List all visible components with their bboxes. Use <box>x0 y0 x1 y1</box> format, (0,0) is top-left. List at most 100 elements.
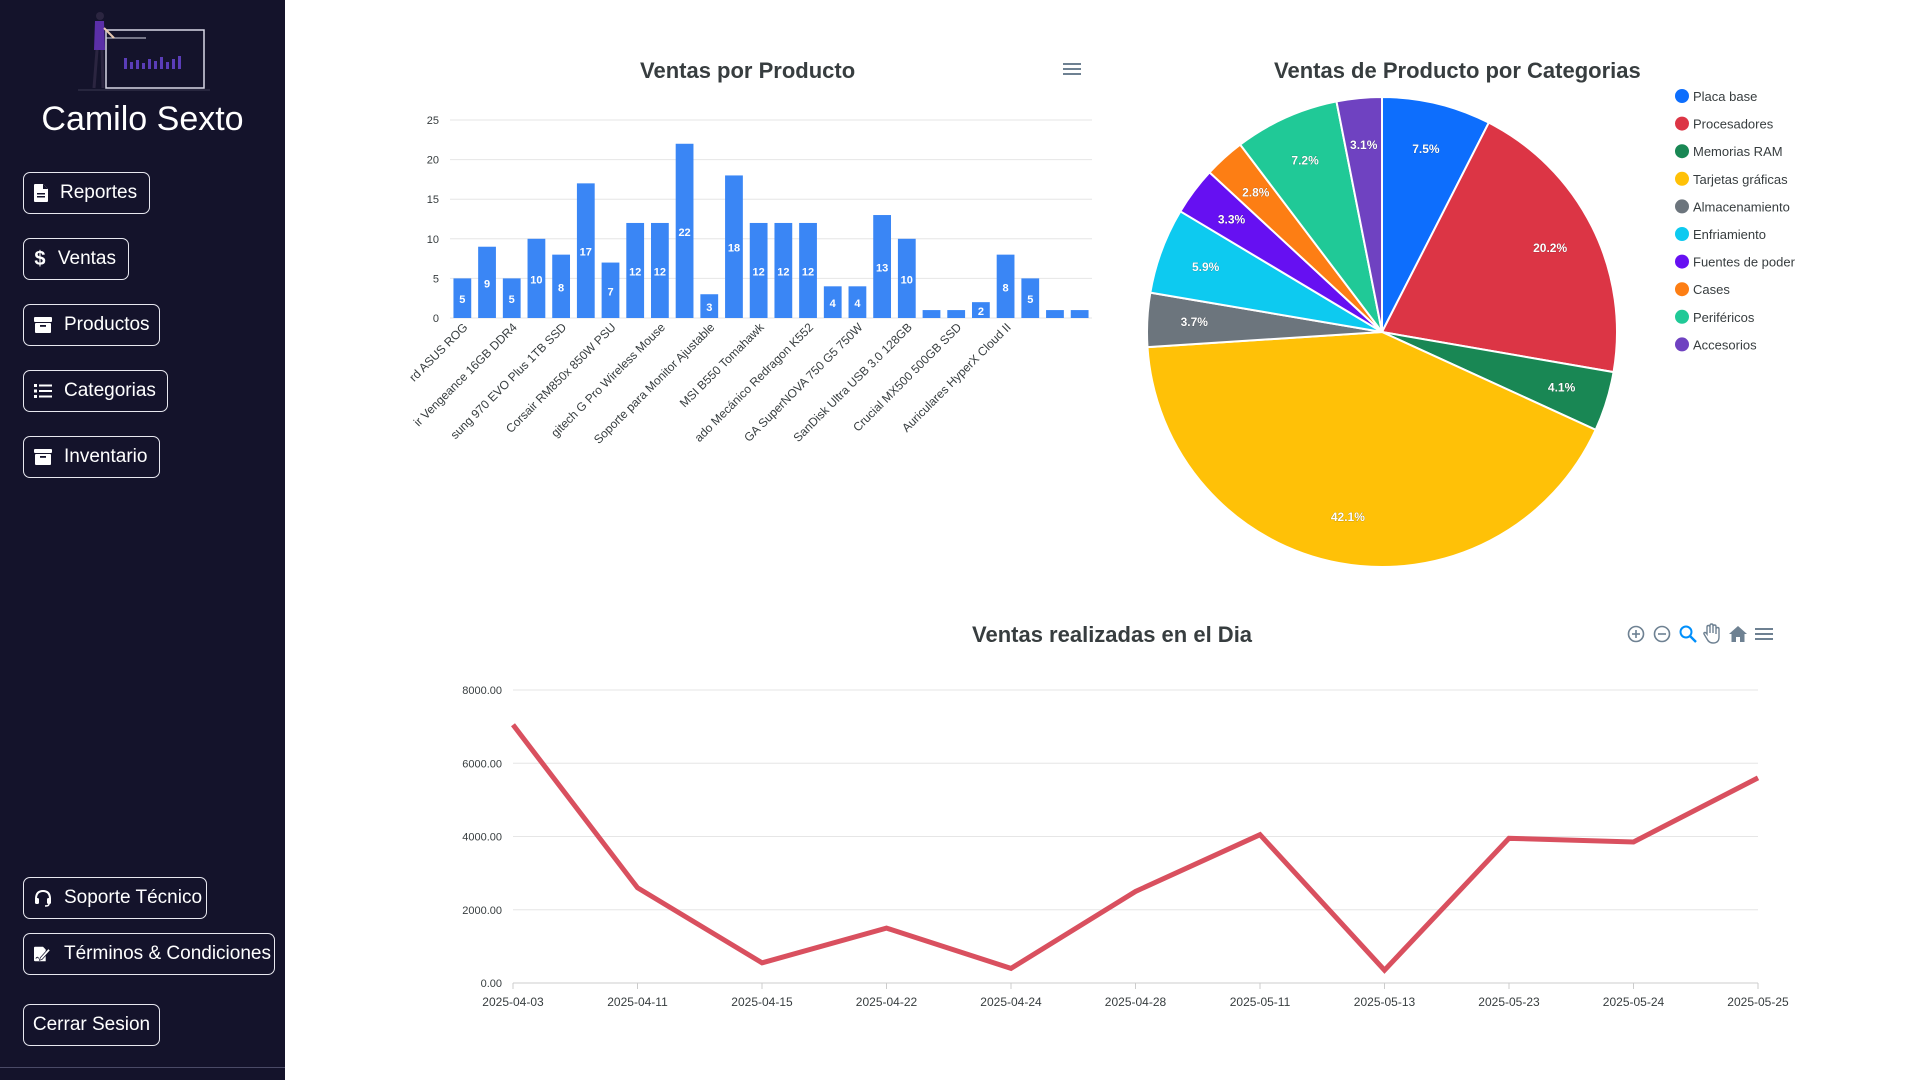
headset-icon <box>34 888 52 908</box>
bar-data-label: 8 <box>558 282 564 294</box>
bar-data-label: 8 <box>1003 282 1009 294</box>
list-icon <box>34 381 52 401</box>
line-y-tick-label: 8000.00 <box>462 685 502 697</box>
legend-label: Tarjetas gráficas <box>1693 172 1788 187</box>
archive-icon <box>34 447 52 467</box>
pie-slice-label: 42.1% <box>1331 510 1365 524</box>
line-x-tick-label: 2025-04-15 <box>731 995 793 1009</box>
legend-marker <box>1675 199 1689 214</box>
legend-marker <box>1675 282 1689 297</box>
pie-slice-label: 3.7% <box>1181 315 1209 329</box>
legend-marker <box>1675 309 1689 324</box>
terminos-condiciones-button[interactable]: Términos & Condiciones <box>23 933 275 975</box>
line-x-tick-label: 2025-05-11 <box>1230 995 1291 1009</box>
legend-marker <box>1675 171 1689 186</box>
box-icon <box>34 315 52 335</box>
bar-data-label: 12 <box>753 266 765 278</box>
bar-data-label: 18 <box>728 243 740 255</box>
bar-data-label: 4 <box>830 298 837 310</box>
legend-label: Cases <box>1693 282 1730 297</box>
line-y-tick-label: 6000.00 <box>462 758 502 770</box>
line-x-tick-label: 2025-04-28 <box>1105 995 1167 1009</box>
legend-marker <box>1675 144 1689 159</box>
bar <box>1046 310 1064 318</box>
line-chart-panel: Ventas realizadas en el Dia 0.00 2000.00 4… <box>430 600 1810 1040</box>
legend-label: Fuentes de poder <box>1693 255 1796 270</box>
line-y-tick-label: 4000.00 <box>462 832 502 844</box>
bar-chart-panel: Ventas por Producto 0 5 10 15 20 25 5 9 5 10 8 17 7 1… <box>400 40 1100 460</box>
pie-slice-label: 20.2% <box>1533 241 1567 255</box>
pie-slice-label: 7.5% <box>1412 142 1440 156</box>
line-y-tick-label: 0.00 <box>481 978 502 990</box>
dollar-icon: $ <box>34 247 46 270</box>
nav-categorias-button[interactable]: Categorias <box>23 370 168 412</box>
legend-marker <box>1675 89 1689 103</box>
legend-label: Placa base <box>1693 89 1757 104</box>
line-x-tick-label: 2025-05-13 <box>1354 995 1416 1009</box>
bar-chart: 051015202559510817712 122231812 12 124 41310… <box>406 115 1092 447</box>
line-x-tick-label: 2025-05-23 <box>1478 995 1540 1009</box>
bar <box>1070 310 1089 318</box>
pie-slice-label: 4.1% <box>1548 381 1576 395</box>
soporte-tecnico-button[interactable]: Soporte Técnico <box>23 877 207 919</box>
soporte-tecnico-label: Soporte Técnico <box>64 887 203 908</box>
legend-label: Almacenamiento <box>1693 199 1790 214</box>
bar-data-label: 13 <box>876 263 888 275</box>
sidebar-divider <box>0 1067 285 1068</box>
bar-data-label: 3 <box>706 302 712 314</box>
legend-label: Procesadores <box>1693 117 1774 132</box>
cerrar-sesion-button[interactable]: Cerrar Sesion <box>23 1004 160 1046</box>
bar-data-label: 4 <box>854 298 861 310</box>
nav-categorias-label: Categorias <box>64 380 156 401</box>
legend-label: Memorias RAM <box>1693 144 1783 159</box>
bar-data-label: 5 <box>1027 294 1033 306</box>
line-x-tick-label: 2025-04-22 <box>856 995 918 1009</box>
bar-data-label: 9 <box>484 278 490 290</box>
cerrar-sesion-label: Cerrar Sesion <box>32 1014 151 1035</box>
bar-data-label: 10 <box>901 274 913 286</box>
legend-marker <box>1675 227 1689 241</box>
sidebar: Camilo Sexto Reportes $ Ventas Productos… <box>0 0 285 1080</box>
nav-productos-label: Productos <box>64 314 150 335</box>
bar-data-label: 5 <box>509 294 515 306</box>
bar-data-label: 12 <box>777 266 789 278</box>
pie-slice-label: 2.8% <box>1242 186 1270 200</box>
bar-y-tick-label: 20 <box>427 155 439 167</box>
bar-y-tick-label: 0 <box>433 313 439 325</box>
nav-reportes-label: Reportes <box>60 182 138 203</box>
signature-icon <box>34 944 52 964</box>
bar-data-label: 12 <box>629 266 641 278</box>
pie-slice-label: 3.1% <box>1350 138 1378 152</box>
pie-slice-label: 5.9% <box>1192 260 1220 274</box>
line-x-tick-label: 2025-04-11 <box>607 995 668 1009</box>
bar-y-tick-label: 5 <box>433 273 439 285</box>
bar-y-tick-label: 10 <box>427 234 439 246</box>
nav-inventario-label: Inventario <box>64 446 148 467</box>
bar-y-tick-label: 15 <box>427 194 439 206</box>
nav-productos-button[interactable]: Productos <box>23 304 160 346</box>
bar-data-label: 7 <box>607 286 613 298</box>
bar-data-label: 2 <box>978 306 984 318</box>
pie-chart: 7.5% 20.2% 4.1% 42.1% 3.7% 5.9% 3.3% 2.8% 7.2% 3.… <box>1146 89 1796 568</box>
line-x-tick-label: 2025-05-25 <box>1727 995 1789 1009</box>
terminos-condiciones-label: Términos & Condiciones <box>64 943 271 964</box>
line-x-tick-label: 2025-04-03 <box>482 995 544 1009</box>
bar-data-label: 17 <box>580 247 592 259</box>
nav-reportes-button[interactable]: Reportes <box>23 172 150 214</box>
legend-marker <box>1675 116 1689 131</box>
bar <box>947 310 966 318</box>
brand-title: Camilo Sexto <box>41 100 244 138</box>
nav-ventas-button[interactable]: $ Ventas <box>23 238 129 280</box>
line-series <box>511 723 1760 974</box>
bar-data-label: 12 <box>802 266 814 278</box>
file-icon <box>34 183 48 203</box>
line-x-tick-label: 2025-04-24 <box>980 995 1042 1009</box>
legend-label: Enfriamiento <box>1693 227 1766 242</box>
nav-inventario-button[interactable]: Inventario <box>23 436 160 478</box>
line-chart: 0.00 2000.00 4000.00 6000.00 8000.00 2025-04-… <box>462 685 1789 1009</box>
bar <box>922 310 941 318</box>
line-x-tick-label: 2025-05-24 <box>1603 995 1665 1009</box>
bar-y-tick-label: 25 <box>427 115 439 127</box>
pie-slice-label: 3.3% <box>1218 212 1246 226</box>
brand-logo <box>70 10 210 95</box>
